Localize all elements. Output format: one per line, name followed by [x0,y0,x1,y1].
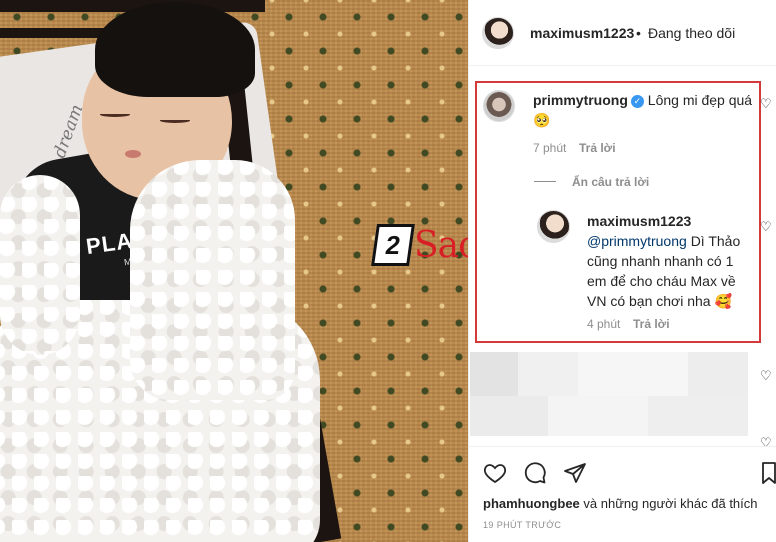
comment-username[interactable]: primmytruong [533,92,628,108]
baby-hair [95,2,255,97]
mouth [125,150,141,158]
likes-summary: phamhuongbee và những người khác đã thíc… [483,496,758,511]
reply-mention-link[interactable]: @primmytruong [587,233,687,249]
post-photo: I don't dream PLAY MAX [0,0,468,542]
comment-like-heart-icon[interactable]: ♡ [760,436,772,449]
blanket [0,175,80,355]
blurred-comment [518,352,578,396]
likes-rest-text[interactable]: và những người khác đã thích [583,496,757,511]
author-username[interactable]: maximusm1223 [530,25,634,41]
likes-user-link[interactable]: phamhuongbee [483,496,580,511]
share-icon[interactable] [562,461,588,485]
replies-divider [534,181,556,182]
comment-icon[interactable] [522,461,548,485]
reply-reply-button[interactable]: Trả lời [633,317,670,331]
reply-time: 4 phút [587,317,621,331]
author-avatar[interactable] [482,17,514,49]
blurred-comment [578,352,688,396]
heart-icon[interactable] [482,461,508,485]
comment: primmytruong ✓ Lông mi đẹp quá 🥺 [533,90,755,130]
comment-like-heart-icon[interactable]: ♡ [760,97,772,110]
eye [100,112,130,117]
comment-time: 7 phút [533,141,567,155]
blanket [130,160,295,400]
site-watermark: 2 Sao [371,224,480,266]
reply-like-heart-icon[interactable]: ♡ [760,220,772,233]
reply-avatar[interactable] [537,210,570,243]
bookmark-icon[interactable] [760,461,776,485]
post-timestamp: 19 PHÚT TRƯỚC [483,520,562,530]
reply-comment: maximusm1223 @primmytruong Dì Thảo cũng … [587,211,755,311]
commenter-avatar[interactable] [483,90,515,122]
post-header: maximusm1223 • Đang theo dõi [468,0,776,66]
hide-replies-button[interactable]: Ẩn câu trả lời [572,175,649,189]
verified-badge-icon: ✓ [630,95,644,108]
reply-username[interactable]: maximusm1223 [587,213,691,229]
separator-dot: • [636,25,641,41]
actions-divider [468,446,776,447]
eye [160,118,190,123]
blurred-comment [548,396,648,436]
reply-button[interactable]: Trả lời [579,141,616,155]
comment-like-heart-icon[interactable]: ♡ [760,369,772,382]
blurred-comment [648,396,748,436]
blurred-comment [688,352,748,396]
blurred-comment [470,396,548,436]
follow-status-button[interactable]: Đang theo dõi [648,25,735,41]
watermark-number: 2 [371,224,415,266]
blurred-comment [470,352,518,396]
